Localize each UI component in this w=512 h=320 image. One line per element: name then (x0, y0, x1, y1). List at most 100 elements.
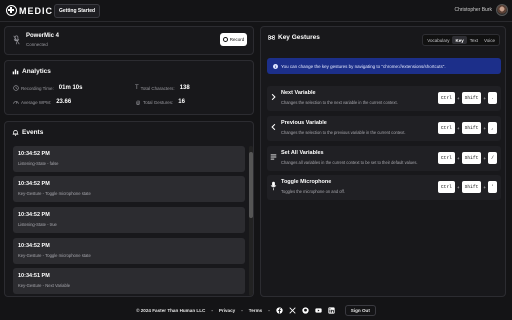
github-icon[interactable] (302, 307, 309, 314)
chevron-left-icon (271, 123, 276, 131)
event-time: 10:34:52 PM (18, 212, 50, 218)
device-card: PowerMic 4 Connected Record (4, 26, 254, 55)
plus-sign: + (456, 95, 460, 101)
info-icon: i (273, 63, 278, 69)
device-status: Connected (26, 42, 48, 47)
key-period: . (488, 92, 497, 104)
chevron-right-icon (271, 93, 276, 101)
key-ctrl: Ctrl (437, 181, 455, 193)
gesture-name: Toggle Microphone (281, 179, 332, 185)
plus-sign: + (456, 184, 460, 190)
key-shift: Shift (461, 92, 482, 104)
gesture-description: Changes the selection to the next variab… (281, 100, 398, 105)
footer-separator: - (241, 308, 243, 313)
tab-voice[interactable]: Voice (481, 36, 498, 44)
footer-separator: - (268, 308, 270, 313)
getting-started-button[interactable]: Getting Started (54, 4, 101, 18)
total-characters-label: Total Characters: (140, 85, 175, 91)
event-item: 10:34:52 PM Key-Gesture - Toggle microph… (13, 238, 245, 264)
facebook-icon[interactable] (276, 307, 283, 314)
tab-vocabulary[interactable]: Vocabulary (424, 36, 452, 44)
key-shift: Shift (461, 152, 482, 164)
gesture-shortcut: Ctrl + Shift + ' (437, 181, 497, 193)
events-title-text: Events (22, 129, 44, 136)
event-time: 10:34:52 PM (18, 181, 50, 187)
stat-total-characters: T Total Characters: 138 (135, 85, 190, 91)
hand-icon (136, 100, 140, 105)
record-button[interactable]: Record (220, 33, 247, 46)
microphone-icon (270, 181, 277, 191)
average-wpm-value: 23.66 (56, 99, 72, 105)
copyright: © 2024 Faster Than Human LLC (136, 308, 206, 313)
key-gestures-title-text: Key Gestures (278, 34, 320, 41)
gesture-name: Previous Variable (281, 120, 327, 126)
avatar[interactable] (496, 4, 508, 16)
privacy-link[interactable]: Privacy (219, 308, 235, 313)
event-time: 10:34:51 PM (18, 273, 50, 279)
youtube-icon[interactable] (315, 307, 322, 314)
info-text: You can change the key gestures by navig… (281, 63, 446, 69)
logo[interactable]: MEDIC (6, 5, 53, 16)
stat-average-wpm: Average WPM: 23.66 (13, 99, 71, 105)
event-detail: Listening-State - false (18, 161, 59, 166)
clock-icon (13, 85, 19, 91)
key-shift: Shift (461, 122, 482, 134)
events-title: Events (12, 129, 43, 136)
type-icon: T (135, 85, 139, 91)
user-menu[interactable]: Christopher Burk (454, 4, 508, 16)
terms-link[interactable]: Terms (249, 308, 262, 313)
sign-out-button[interactable]: Sign Out (344, 305, 376, 316)
gesture-description: Changes all variables in the current con… (281, 160, 418, 165)
total-gestures-value: 16 (178, 99, 185, 105)
gesture-description: Changes the selection to the previous va… (281, 130, 406, 135)
event-time: 10:34:52 PM (18, 151, 50, 157)
event-item: 10:34:52 PM Key-Gesture - Toggle microph… (13, 176, 245, 202)
event-detail: Key-Gesture - Toggle microphone state (18, 253, 91, 258)
tab-key[interactable]: Key (452, 36, 467, 44)
gesture-previous-variable: Previous Variable Changes the selection … (267, 116, 501, 141)
recording-time-label: Recording Time: (21, 85, 54, 91)
analytics-title: Analytics (12, 68, 51, 75)
events-scrollbar[interactable] (249, 146, 253, 296)
event-detail: Listening-State - true (18, 222, 57, 227)
gesture-description: Toggles the microphone on and off. (281, 189, 345, 194)
info-banner: i You can change the key gestures by nav… (267, 58, 501, 74)
event-item: 10:34:51 PM Key-Gesture - Next Variable (13, 268, 245, 294)
x-twitter-icon[interactable] (289, 307, 296, 314)
footer-separator: - (211, 308, 213, 313)
tab-text[interactable]: Text (467, 36, 481, 44)
stat-recording-time: Recording Time: 01m 10s (13, 85, 82, 91)
key-gestures-title: Key Gestures (268, 34, 320, 41)
gesture-tabs: Vocabulary Key Text Voice (422, 34, 500, 46)
key-gestures-card: Key Gestures Vocabulary Key Text Voice i… (260, 26, 506, 297)
gesture-shortcut: Ctrl + Shift + . (437, 92, 497, 104)
plus-sign: + (483, 184, 486, 190)
user-name: Christopher Burk (454, 7, 492, 13)
bell-icon (12, 130, 19, 136)
events-scroll-thumb[interactable] (249, 152, 253, 218)
top-bar: MEDIC Getting Started Christopher Burk (0, 0, 512, 22)
logo-text: MEDIC (19, 5, 53, 16)
plus-sign: + (456, 155, 460, 161)
event-item: 10:34:52 PM Listening-State - true (13, 207, 245, 233)
gesture-name: Next Variable (281, 90, 316, 96)
microphone-off-icon (13, 35, 20, 45)
linkedin-icon[interactable] (328, 307, 335, 314)
event-detail: Key-Gesture - Toggle microphone state (18, 191, 91, 196)
record-icon (222, 37, 228, 42)
key-comma: , (488, 122, 497, 134)
key-ctrl: Ctrl (437, 122, 455, 134)
key-ctrl: Ctrl (437, 152, 455, 164)
event-time: 10:34:52 PM (18, 243, 50, 249)
total-gestures-label: Total Gestures: (143, 99, 174, 105)
footer: © 2024 Faster Than Human LLC - Privacy -… (0, 301, 512, 320)
plus-sign: + (483, 125, 486, 131)
analytics-title-text: Analytics (22, 68, 51, 75)
gesture-next-variable: Next Variable Changes the selection to t… (267, 86, 501, 111)
gesture-toggle-microphone: Toggle Microphone Toggles the microphone… (267, 175, 501, 200)
key-shift: Shift (461, 181, 482, 193)
key-ctrl: Ctrl (437, 92, 455, 104)
gesture-name: Set All Variables (281, 150, 324, 156)
gesture-shortcut: Ctrl + Shift + , (437, 122, 497, 134)
event-item: 10:34:52 PM Listening-State - false (13, 146, 245, 172)
